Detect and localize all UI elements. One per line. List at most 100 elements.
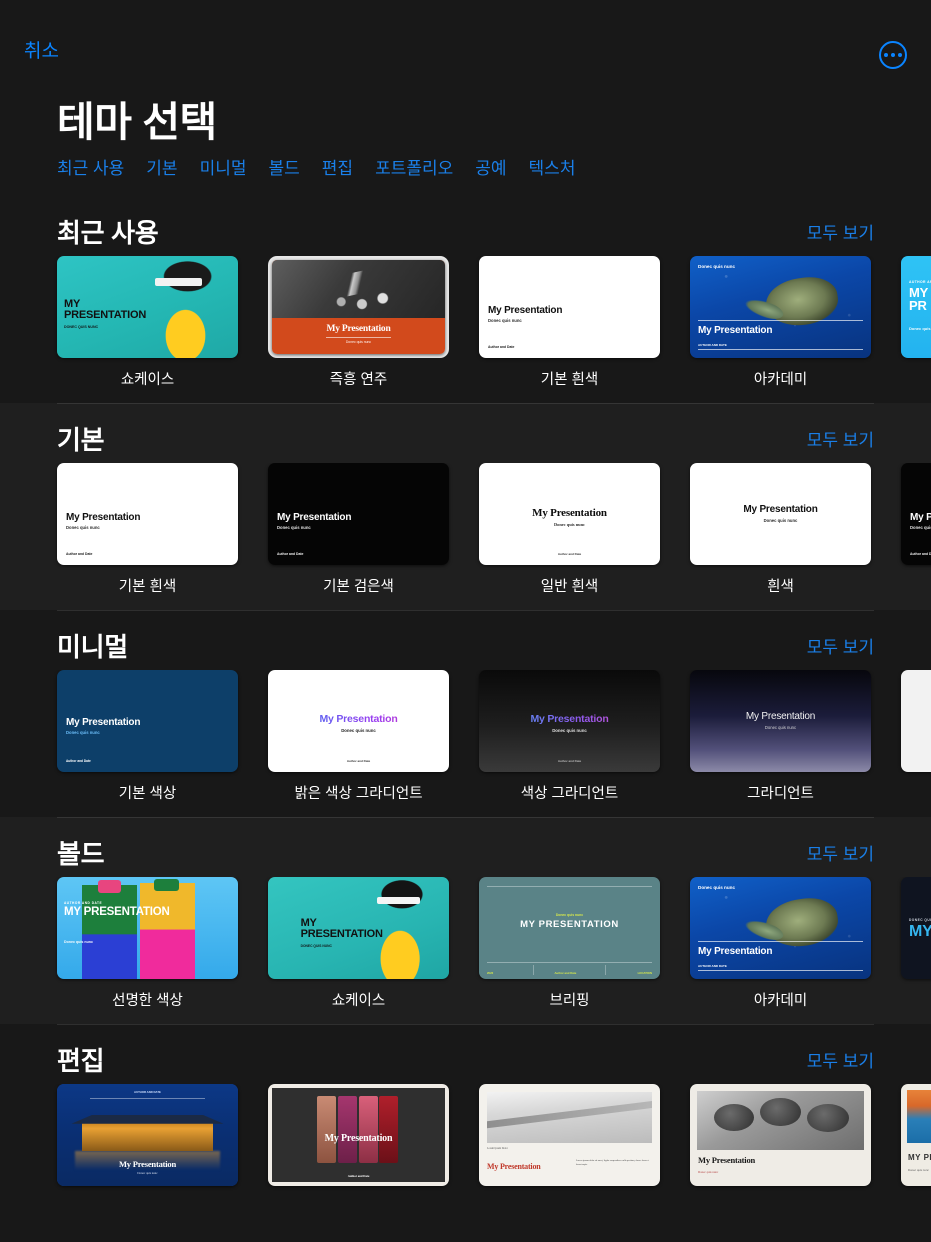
theme-row[interactable]: My Presentation Donec quis nunc Author a… (0, 670, 931, 817)
theme-thumbnail-selected[interactable]: My Presentation Donec quis nunc (268, 256, 449, 358)
theme-thumbnail[interactable]: My Presentation Donec quis nunc Author a… (268, 463, 449, 565)
category-tab-6[interactable]: 포트폴리오 (375, 154, 453, 179)
theme-preview: DONEC QUIS NUNC MY (901, 877, 931, 979)
theme-thumbnail[interactable]: My Presentation Donec quis nunc Author a… (901, 463, 931, 565)
theme-card[interactable]: Lorem Ipsum Dolor My Presentation Lorem … (479, 1084, 660, 1196)
theme-thumbnail[interactable]: My Presentation Donec quis nunc (690, 670, 871, 772)
theme-thumbnail[interactable]: MY PRESENTATION DONEC QUIS NUNC (268, 877, 449, 979)
see-all-button[interactable]: 모두 보기 (807, 426, 874, 451)
theme-preview: My Presentation Donec quis nunc Author a… (57, 670, 238, 772)
theme-card[interactable]: DONEC QUIS NUNC MY (901, 877, 931, 1010)
theme-preview: Donec quis nunc MY PRESENTATION 2022 Aut… (479, 877, 660, 979)
theme-thumbnail[interactable]: My Presentation Author and Date (268, 1084, 449, 1186)
theme-card[interactable] (901, 670, 931, 803)
theme-row[interactable]: AUTHOR AND DATE My Presentation Donec qu… (0, 1084, 931, 1210)
category-tab-7[interactable]: 공예 (475, 154, 506, 179)
theme-card[interactable]: My Presentation Donec quis nunc 그라디언트 (690, 670, 871, 803)
theme-row[interactable]: My Presentation Donec quis nunc Author a… (0, 463, 931, 610)
theme-name-label: 흰색 (767, 579, 794, 595)
theme-thumbnail[interactable] (901, 670, 931, 772)
theme-card[interactable]: MY PR Donec quis nunc (901, 1084, 931, 1196)
theme-card[interactable]: Donec quis nunc My Presentation AUTHOR A… (690, 256, 871, 389)
category-tab-1[interactable]: 최근 사용 (57, 154, 124, 179)
theme-card[interactable]: MY PRESENTATION DONEC QUIS NUNC 쇼케이스 (268, 877, 449, 1010)
theme-row[interactable]: MY PRESENTATION DONEC QUIS NUNC 쇼케이스 My Pr… (0, 256, 931, 403)
top-bar: 취소 (0, 0, 931, 90)
cancel-button[interactable]: 취소 (24, 42, 59, 61)
theme-preview (901, 670, 931, 772)
theme-card[interactable]: My Presentation Donec quis nunc Author a… (479, 463, 660, 596)
theme-thumbnail[interactable]: My Presentation Donec quis nunc Author a… (479, 463, 660, 565)
theme-card[interactable]: My Presentation Donec quis nunc Author a… (57, 670, 238, 803)
section-divider (57, 1024, 874, 1025)
theme-name-label: 기본 흰색 (118, 579, 177, 595)
theme-thumbnail[interactable]: DONEC QUIS NUNC MY (901, 877, 931, 979)
theme-thumbnail[interactable]: Lorem Ipsum Dolor My Presentation Lorem … (479, 1084, 660, 1186)
theme-thumbnail[interactable]: My Presentation Donec quis nunc Author a… (57, 670, 238, 772)
section-header: 미니멀 모두 보기 (0, 620, 931, 670)
theme-preview: MY PR Donec quis nunc (901, 1084, 931, 1186)
theme-name-label: 쇼케이스 (331, 993, 386, 1009)
see-all-button[interactable]: 모두 보기 (807, 219, 874, 244)
theme-row[interactable]: AUTHOR AND DATE MY PRESENTATION Donec qu… (0, 877, 931, 1024)
theme-card[interactable]: My Presentation Donec quis nunc Author a… (901, 463, 931, 596)
theme-preview: My Presentation Donec quis nunc (690, 463, 871, 565)
theme-preview: Donec quis nunc My Presentation AUTHOR A… (690, 256, 871, 358)
theme-thumbnail[interactable]: MY PR Donec quis nunc (901, 1084, 931, 1186)
theme-thumbnail[interactable]: My Presentation Donec quis nunc (690, 1084, 871, 1186)
see-all-button[interactable]: 모두 보기 (807, 633, 874, 658)
category-tab-3[interactable]: 미니멀 (200, 154, 247, 179)
theme-thumbnail[interactable]: MY PRESENTATION DONEC QUIS NUNC (57, 256, 238, 358)
section-header: 볼드 모두 보기 (0, 827, 931, 877)
category-tab-5[interactable]: 편집 (322, 154, 353, 179)
theme-card[interactable]: AUTHOR AND DATE MYPRDonec quis nunc (901, 256, 931, 389)
theme-preview: My Presentation Donec quis nunc Author a… (901, 463, 931, 565)
see-all-button[interactable]: 모두 보기 (807, 1047, 874, 1072)
theme-thumbnail[interactable]: AUTHOR AND DATE MY PRESENTATION Donec qu… (57, 877, 238, 979)
category-tab-4[interactable]: 볼드 (269, 154, 300, 179)
theme-card[interactable]: AUTHOR AND DATE MY PRESENTATION Donec qu… (57, 877, 238, 1010)
theme-preview: AUTHOR AND DATE MYPRDonec quis nunc (901, 256, 931, 358)
theme-section: 미니멀 모두 보기 My Presentation Donec quis nunc… (0, 610, 931, 817)
theme-preview: MY PRESENTATION DONEC QUIS NUNC (57, 256, 238, 358)
theme-thumbnail[interactable]: AUTHOR AND DATE MYPRDonec quis nunc (901, 256, 931, 358)
theme-preview: MY PRESENTATION DONEC QUIS NUNC (268, 877, 449, 979)
theme-card[interactable]: My Presentation Donec quis nunc Author a… (479, 256, 660, 389)
theme-name-label: 기본 검은색 (323, 579, 394, 595)
theme-thumbnail[interactable]: My Presentation Donec quis nunc (690, 463, 871, 565)
category-tab-2[interactable]: 기본 (146, 154, 177, 179)
theme-card[interactable]: My Presentation Donec quis nunc 흰색 (690, 463, 871, 596)
theme-thumbnail[interactable]: My Presentation Donec quis nunc Author a… (479, 670, 660, 772)
theme-preview: My Presentation Donec quis nunc Author a… (479, 670, 660, 772)
theme-thumbnail[interactable]: AUTHOR AND DATE My Presentation Donec qu… (57, 1084, 238, 1186)
theme-thumbnail[interactable]: My Presentation Donec quis nunc Author a… (57, 463, 238, 565)
theme-chooser-screen: 취소 테마 선택 최근 사용 기본 미니멀 볼드 편집 포트폴리오 공예 텍스처 최근 사용 … (0, 0, 931, 1242)
theme-thumbnail[interactable]: My Presentation Donec quis nunc Author a… (479, 256, 660, 358)
theme-card[interactable]: My Presentation Donec quis nunc (690, 1084, 871, 1196)
more-options-button[interactable] (879, 41, 907, 69)
theme-card[interactable]: My Presentation Donec quis nunc Author a… (479, 670, 660, 803)
theme-card[interactable]: My Presentation Donec quis nunc 즉흥 연주 (268, 256, 449, 389)
section-title: 미니멀 (57, 631, 128, 662)
theme-card[interactable]: My Presentation Donec quis nunc Author a… (57, 463, 238, 596)
theme-name-label: 즉흥 연주 (329, 372, 388, 388)
theme-card[interactable]: My Presentation Donec quis nunc Author a… (268, 670, 449, 803)
theme-card[interactable]: Donec quis nunc MY PRESENTATION 2022 Aut… (479, 877, 660, 1010)
theme-preview: AUTHOR AND DATE My Presentation Donec qu… (57, 1084, 238, 1186)
theme-name-label: 색상 그라디언트 (520, 786, 619, 802)
theme-thumbnail[interactable]: Donec quis nunc My Presentation AUTHOR A… (690, 877, 871, 979)
theme-preview: My Presentation Donec quis nunc Author a… (57, 463, 238, 565)
theme-thumbnail[interactable]: Donec quis nunc My Presentation AUTHOR A… (690, 256, 871, 358)
theme-card[interactable]: My Presentation Author and Date (268, 1084, 449, 1196)
see-all-button[interactable]: 모두 보기 (807, 840, 874, 865)
theme-thumbnail[interactable]: My Presentation Donec quis nunc Author a… (268, 670, 449, 772)
theme-card[interactable]: Donec quis nunc My Presentation AUTHOR A… (690, 877, 871, 1010)
theme-preview: My Presentation Donec quis nunc (272, 260, 445, 354)
theme-card[interactable]: AUTHOR AND DATE My Presentation Donec qu… (57, 1084, 238, 1196)
theme-section: 볼드 모두 보기 AUTHOR AND DATE MY PRESENTATION… (0, 817, 931, 1024)
page-title: 테마 선택 (57, 99, 217, 145)
theme-card[interactable]: My Presentation Donec quis nunc Author a… (268, 463, 449, 596)
theme-card[interactable]: MY PRESENTATION DONEC QUIS NUNC 쇼케이스 (57, 256, 238, 389)
theme-thumbnail[interactable]: Donec quis nunc MY PRESENTATION 2022 Aut… (479, 877, 660, 979)
category-tab-8[interactable]: 텍스처 (529, 154, 576, 179)
